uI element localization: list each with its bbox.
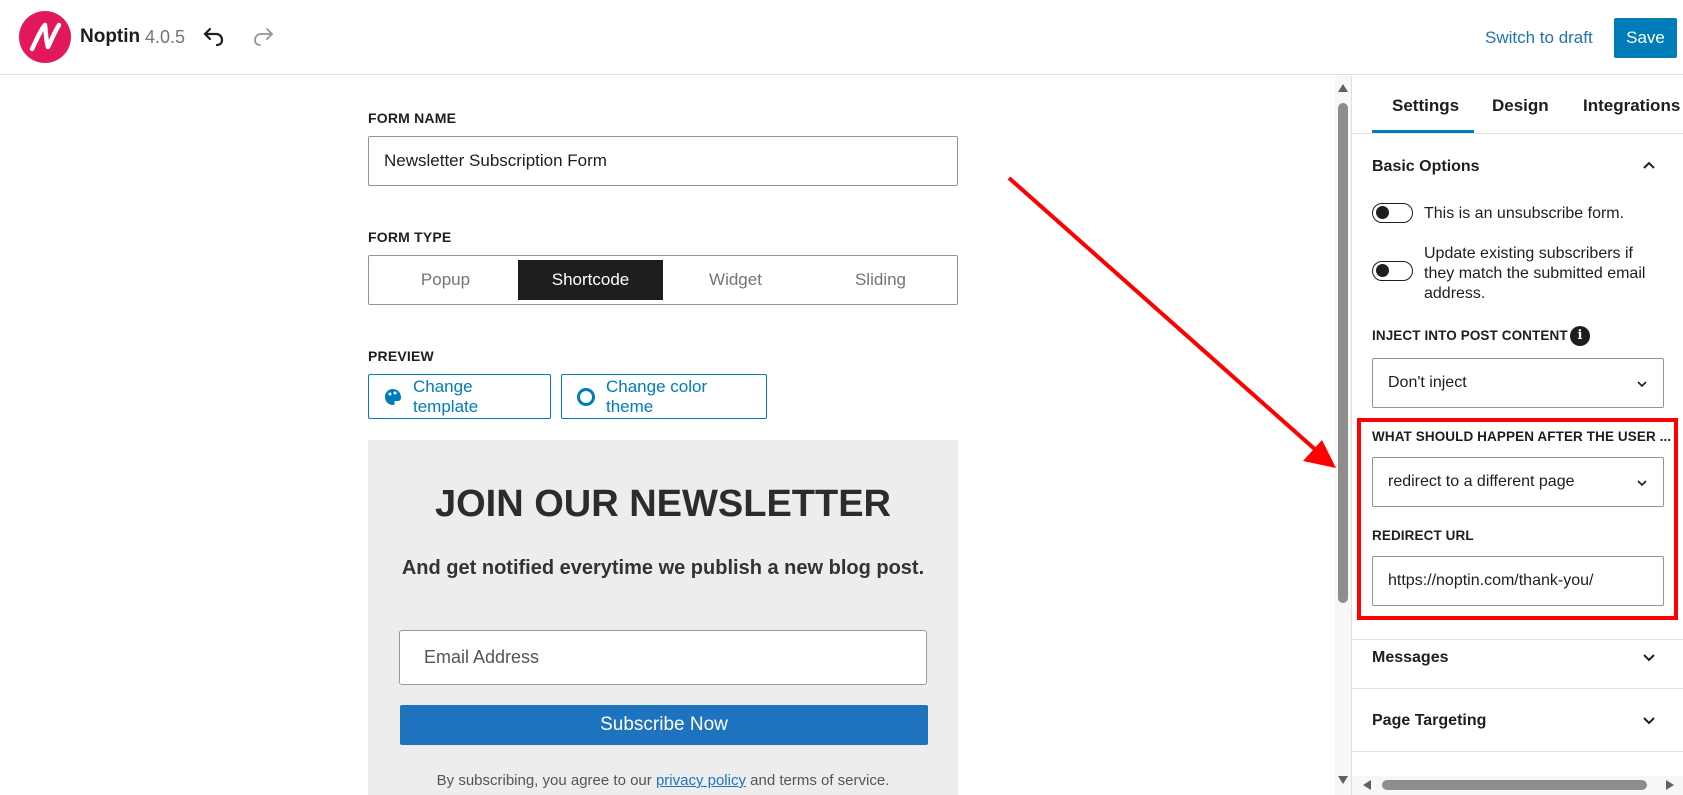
tab-settings[interactable]: Settings <box>1392 96 1459 116</box>
sidebar-tabs: Settings Design Integrations <box>1352 76 1683 134</box>
section-divider <box>1352 751 1683 752</box>
messages-heading[interactable]: Messages <box>1372 649 1449 667</box>
basic-options-heading[interactable]: Basic Options <box>1372 158 1480 176</box>
inject-select-value: Don't inject <box>1388 374 1467 391</box>
section-divider <box>1352 639 1683 640</box>
preview-label: PREVIEW <box>368 348 434 364</box>
redirect-url-label: REDIRECT URL <box>1372 528 1474 543</box>
note-suffix: and terms of service. <box>745 772 890 789</box>
settings-sidebar: Settings Design Integrations Basic Optio… <box>1351 76 1683 795</box>
top-toolbar: Noptin 4.0.5 Switch to draft Save <box>0 0 1683 75</box>
form-name-input[interactable]: Newsletter Subscription Form <box>368 136 958 186</box>
update-label-line3: address. <box>1424 285 1486 302</box>
scroll-left-arrow-icon[interactable] <box>1363 780 1371 790</box>
chevron-down-icon[interactable] <box>1642 714 1656 728</box>
unsubscribe-toggle-label: This is an unsubscribe form. <box>1424 205 1625 222</box>
scroll-right-arrow-icon[interactable] <box>1666 780 1674 790</box>
preview-terms-note: By subscribing, you agree to our privacy… <box>368 772 958 789</box>
color-circle-icon <box>576 387 596 407</box>
inject-label: INJECT INTO POST CONTENT <box>1372 328 1568 343</box>
form-type-popup[interactable]: Popup <box>373 260 518 300</box>
after-submit-label: WHAT SHOULD HAPPEN AFTER THE USER ... <box>1372 429 1672 444</box>
preview-title: JOIN OUR NEWSLETTER <box>434 483 892 525</box>
app-version: 4.0.5 <box>145 27 186 47</box>
note-prefix: By subscribing, you agree to our <box>436 772 656 789</box>
chevron-down-icon <box>1635 377 1649 391</box>
horizontal-scrollbar[interactable] <box>1352 776 1683 795</box>
form-name-label: FORM NAME <box>368 110 457 126</box>
update-label-line2: they match the submitted email <box>1424 265 1646 282</box>
after-submit-select-value: redirect to a different page <box>1388 473 1575 490</box>
palette-icon <box>383 387 403 407</box>
change-color-label: Change color theme <box>606 376 708 416</box>
active-tab-indicator <box>1372 130 1474 133</box>
inject-select[interactable]: Don't inject <box>1372 358 1664 408</box>
noptin-logo-icon[interactable] <box>19 11 71 63</box>
save-button[interactable]: Save <box>1614 18 1677 58</box>
form-type-label: FORM TYPE <box>368 229 452 245</box>
scroll-up-arrow-icon[interactable] <box>1338 84 1348 92</box>
redo-icon[interactable] <box>250 24 276 50</box>
redirect-url-input[interactable]: https://noptin.com/thank-you/ <box>1372 556 1664 606</box>
undo-icon[interactable] <box>201 24 227 50</box>
form-type-shortcode[interactable]: Shortcode <box>518 260 663 300</box>
change-template-button[interactable]: Change template <box>368 374 551 419</box>
vertical-scrollbar[interactable] <box>1335 76 1351 795</box>
change-template-label: Change template <box>413 376 479 416</box>
tab-design[interactable]: Design <box>1492 96 1549 116</box>
horizontal-scrollbar-thumb[interactable] <box>1382 780 1647 790</box>
unsubscribe-form-toggle[interactable] <box>1372 203 1413 223</box>
switch-to-draft-link[interactable]: Switch to draft <box>1485 28 1593 48</box>
chevron-up-icon[interactable] <box>1642 158 1656 172</box>
update-label-line1: Update existing subscribers if <box>1424 245 1633 262</box>
update-subscribers-label: Update existing subscribers if they matc… <box>1424 244 1669 304</box>
tab-integrations[interactable]: Integrations <box>1583 96 1680 116</box>
subscribe-now-button[interactable]: Subscribe Now <box>400 705 928 745</box>
privacy-policy-link[interactable]: privacy policy <box>656 772 746 789</box>
chevron-down-icon <box>1635 476 1649 490</box>
preview-email-field[interactable]: Email Address <box>399 630 927 685</box>
after-submit-select[interactable]: redirect to a different page <box>1372 457 1664 507</box>
form-type-sliding[interactable]: Sliding <box>808 260 953 300</box>
form-preview: JOIN OUR NEWSLETTER And get notified eve… <box>368 440 958 795</box>
chevron-down-icon[interactable] <box>1642 651 1656 665</box>
editor-canvas: FORM NAME Newsletter Subscription Form F… <box>0 76 1335 795</box>
preview-subtitle: And get notified everytime we publish a … <box>401 557 925 579</box>
page-targeting-heading[interactable]: Page Targeting <box>1372 712 1486 730</box>
scrollbar-thumb[interactable] <box>1338 103 1348 603</box>
app-name: Noptin <box>80 26 141 47</box>
scroll-down-arrow-icon[interactable] <box>1338 776 1348 784</box>
change-color-theme-button[interactable]: Change color theme <box>561 374 767 419</box>
form-type-widget[interactable]: Widget <box>663 260 808 300</box>
section-divider <box>1352 688 1683 689</box>
update-subscribers-toggle[interactable] <box>1372 261 1413 281</box>
form-type-segmented: Popup Shortcode Widget Sliding <box>368 255 958 305</box>
info-icon[interactable]: i <box>1570 326 1590 346</box>
